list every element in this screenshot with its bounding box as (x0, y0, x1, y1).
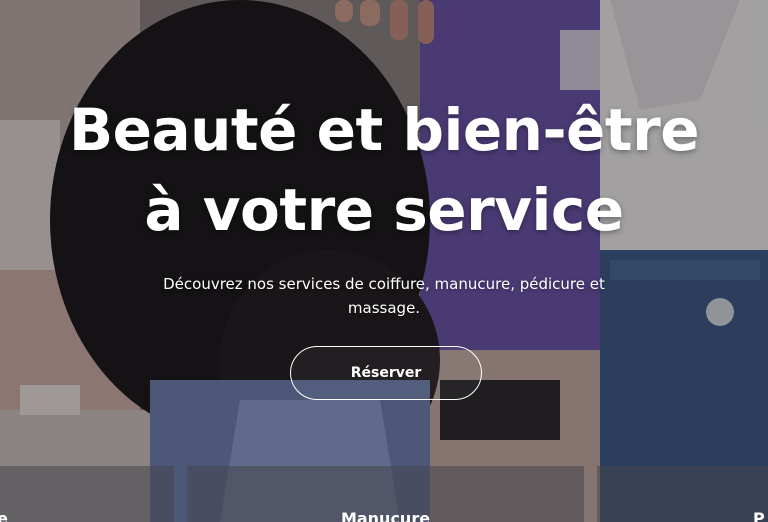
reserve-button[interactable]: Réserver (290, 346, 482, 400)
service-card-left-label: e (0, 509, 8, 522)
hero-title-line-2: à votre service (144, 176, 624, 244)
service-card-right[interactable]: P (597, 466, 768, 522)
hero-title-line-1: Beauté et bien-être (68, 96, 700, 164)
service-card-manucure-label: Manucure (340, 509, 431, 522)
hero-title: Beauté et bien-être à votre service (0, 90, 768, 250)
hero-content: Beauté et bien-être à votre service Déco… (0, 90, 768, 320)
hero-subtitle: Découvrez nos services de coiffure, manu… (163, 275, 605, 317)
hero-section: Beauté et bien-être à votre service Déco… (0, 0, 768, 522)
service-card-manucure[interactable]: Manucure (187, 466, 584, 522)
service-card-right-label: P (753, 509, 765, 522)
service-card-left[interactable]: e (0, 466, 174, 522)
